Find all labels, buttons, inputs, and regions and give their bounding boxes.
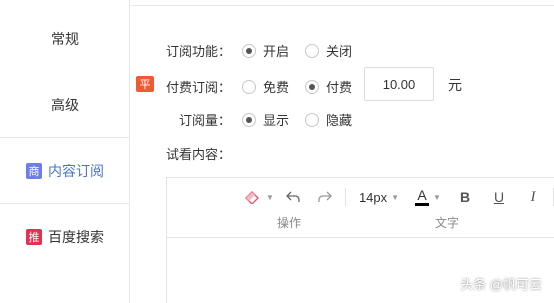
radio-label: 免费: [263, 80, 290, 95]
sidebar-item-label: 高级: [51, 97, 79, 113]
watermark: 头条 @帆可云: [460, 277, 542, 292]
promote-badge-icon: 推: [26, 229, 42, 245]
redo-button[interactable]: [315, 186, 335, 208]
subscribe-on-radio[interactable]: 开启: [242, 41, 289, 60]
sidebar-item-content-subscription[interactable]: 商 内容订阅: [0, 152, 130, 190]
italic-button[interactable]: I: [521, 186, 545, 208]
business-badge-icon: 商: [26, 163, 42, 179]
underline-button[interactable]: U: [487, 186, 511, 208]
radio-label: 开启: [263, 44, 290, 59]
radio-unselected-icon: [242, 79, 256, 94]
sidebar-item-advanced[interactable]: 高级: [0, 86, 130, 124]
radio-label: 关闭: [326, 44, 353, 59]
radio-label: 隐藏: [326, 113, 353, 128]
toolbar-group-label-operations: 操作: [277, 216, 302, 230]
chevron-down-icon: ▼: [433, 192, 441, 202]
radio-label: 显示: [263, 113, 290, 128]
radio-unselected-icon: [305, 112, 319, 127]
toolbar-separator: [345, 188, 346, 206]
undo-icon: [286, 191, 300, 202]
font-color-glyph: A: [417, 187, 427, 203]
clear-format-button[interactable]: ▼: [243, 186, 275, 208]
font-color-button[interactable]: A ▼: [413, 186, 443, 208]
count-hide-radio[interactable]: 隐藏: [305, 110, 352, 129]
sidebar-item-label: 百度搜索: [48, 229, 104, 245]
radio-label: 付费: [326, 80, 353, 95]
sidebar-item-baidu-search[interactable]: 推 百度搜索: [0, 218, 130, 256]
bold-button[interactable]: B: [453, 186, 477, 208]
radio-selected-icon: [242, 112, 256, 127]
chevron-down-icon: ▼: [266, 192, 274, 202]
chevron-down-icon: ▼: [391, 192, 400, 202]
eraser-icon: [245, 191, 260, 204]
paid-subscription-label: 付费订阅：: [166, 80, 232, 95]
undo-button[interactable]: [283, 186, 303, 208]
editor-toolbar: ▼ 14px ▼ A ▼ B U I 操作 文字: [167, 178, 554, 238]
italic-icon: I: [530, 188, 536, 205]
sidebar-divider: [0, 137, 130, 138]
price-input[interactable]: [364, 67, 434, 101]
subscribe-off-radio[interactable]: 关闭: [305, 41, 352, 60]
underline-icon: U: [493, 189, 505, 205]
subscriber-count-label: 订阅量：: [179, 113, 232, 128]
radio-selected-icon: [242, 43, 256, 58]
radio-unselected-icon: [305, 43, 319, 58]
settings-sidebar: 常规 高级 商 内容订阅 推 百度搜索: [0, 0, 130, 303]
free-radio[interactable]: 免费: [242, 77, 289, 96]
preview-content-label: 试看内容：: [166, 147, 232, 162]
radio-selected-icon: [305, 79, 319, 94]
font-size-value: 14px: [358, 189, 388, 205]
sidebar-item-label: 常规: [51, 31, 79, 47]
redo-icon: [318, 191, 332, 202]
sidebar-item-general[interactable]: 常规: [0, 20, 130, 58]
toolbar-group-label-text: 文字: [435, 216, 460, 230]
paid-radio[interactable]: 付费: [305, 77, 352, 96]
platform-tag-icon: 平: [136, 76, 154, 92]
bold-icon: B: [459, 189, 471, 205]
font-color-swatch: [415, 203, 430, 206]
price-unit: 元: [448, 77, 462, 93]
font-size-select[interactable]: 14px ▼: [351, 186, 407, 208]
panel-top-border: [131, 5, 554, 6]
sidebar-item-label: 内容订阅: [48, 163, 104, 179]
count-show-radio[interactable]: 显示: [242, 110, 289, 129]
sidebar-divider: [0, 203, 130, 204]
font-color-icon: A: [415, 187, 430, 206]
subscribe-label: 订阅功能：: [166, 44, 232, 59]
